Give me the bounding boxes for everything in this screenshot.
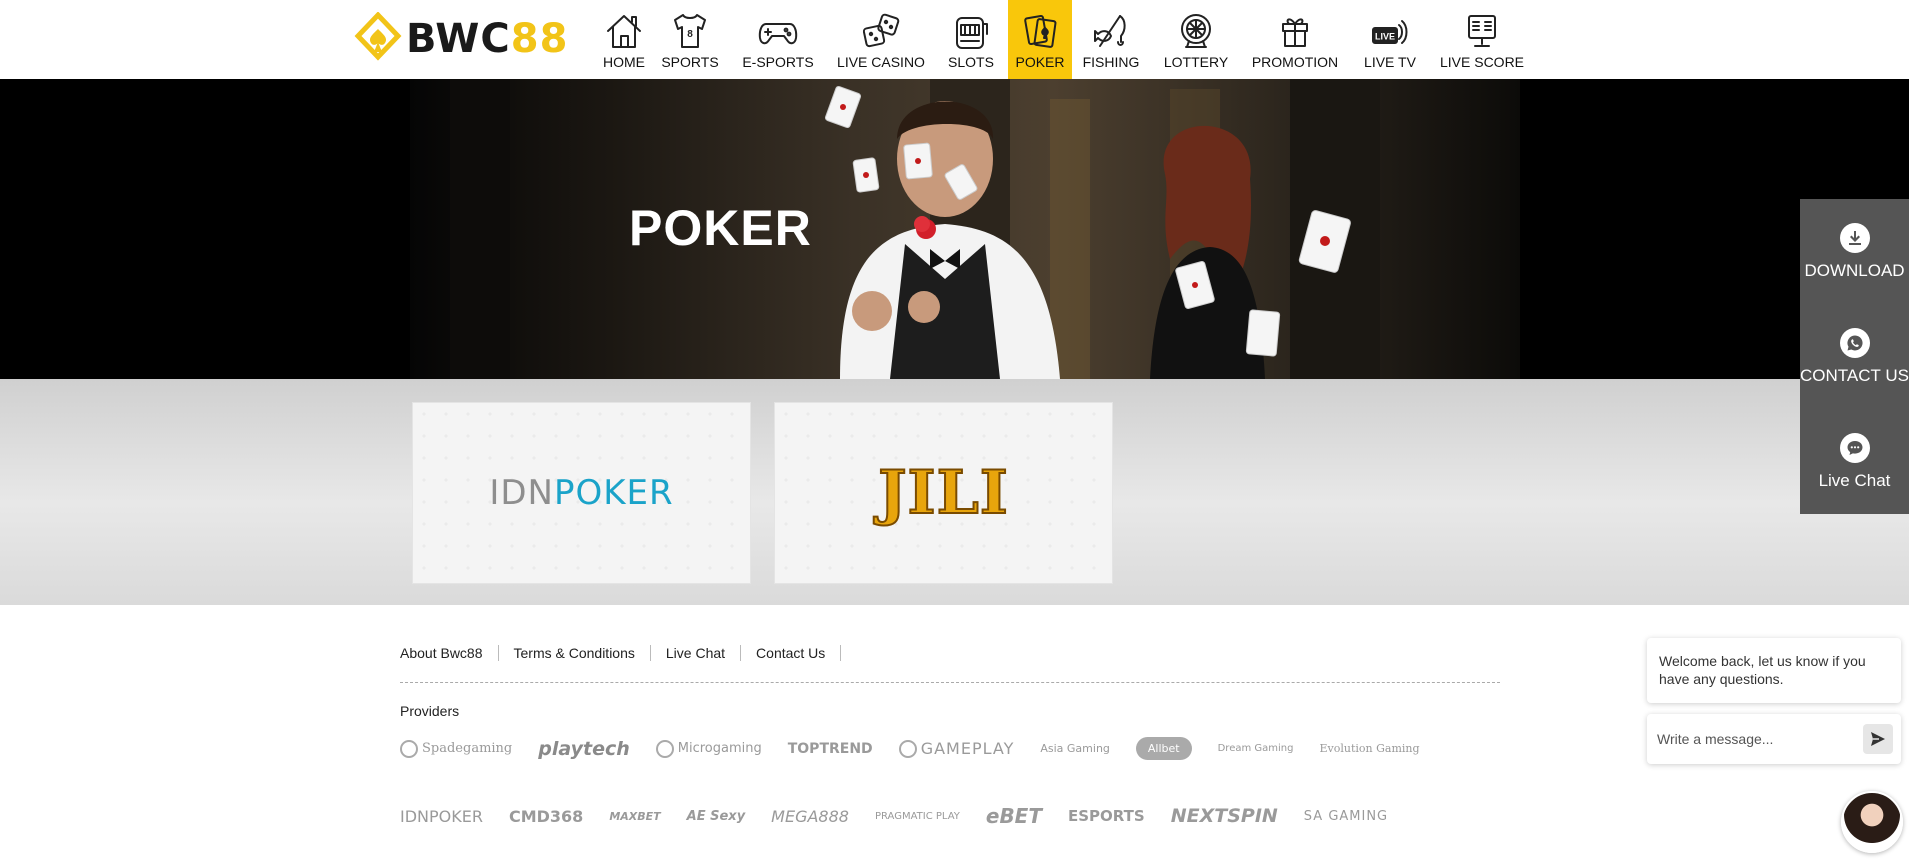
provider-logo-idnpoker: IDNPOKER bbox=[400, 806, 483, 826]
spade-icon bbox=[400, 739, 418, 758]
provider-logo-evolution: Evolution Gaming bbox=[1319, 742, 1420, 755]
hero-banner: POKER bbox=[0, 79, 1909, 379]
footer-link-live-chat[interactable]: Live Chat bbox=[651, 645, 742, 661]
nav-live-score[interactable]: LIVE SCORE bbox=[1432, 0, 1532, 79]
provider-logo-pragmatic-play: PRAGMATIC PLAY bbox=[874, 810, 960, 822]
nav-promotion[interactable]: PROMOTION bbox=[1242, 0, 1348, 79]
send-icon bbox=[1871, 732, 1885, 746]
microgaming-m-icon bbox=[655, 739, 674, 758]
fishing-icon bbox=[1090, 10, 1132, 52]
lottery-wheel-icon bbox=[1175, 10, 1217, 52]
provider-logo-ae-sexy: AE Sexy bbox=[686, 808, 746, 824]
poker-providers-section: IDNPOKER JILI bbox=[0, 379, 1909, 605]
provider-card-idnpoker[interactable]: IDNPOKER bbox=[412, 402, 751, 584]
nav-live-tv[interactable]: LIVE LIVE TV bbox=[1348, 0, 1432, 79]
chat-agent-avatar[interactable] bbox=[1841, 791, 1903, 853]
jili-logo: JILI bbox=[877, 457, 1009, 529]
provider-logo-ebet: eBET bbox=[985, 804, 1042, 828]
provider-logo-toptrend: TOPTREND bbox=[787, 740, 873, 757]
live-tv-icon: LIVE bbox=[1369, 10, 1411, 52]
footer-links: About Bwc88 Terms & Conditions Live Chat… bbox=[400, 645, 842, 661]
nav-home[interactable]: HOME bbox=[596, 0, 652, 79]
providers-heading: Providers bbox=[400, 703, 460, 719]
provider-logo-mega888: MEGA888 bbox=[771, 806, 849, 826]
nav-sports[interactable]: 8 SPORTS bbox=[652, 0, 728, 79]
nav-lottery[interactable]: LOTTERY bbox=[1150, 0, 1242, 79]
provider-logo-maxbet: MAXBET bbox=[609, 809, 661, 823]
banner-illustration bbox=[450, 79, 1380, 379]
chat-welcome-message: Welcome back, let us know if you have an… bbox=[1647, 638, 1901, 703]
download-button[interactable]: DOWNLOAD bbox=[1800, 199, 1909, 304]
provider-card-jili[interactable]: JILI bbox=[774, 402, 1113, 584]
provider-logo-dream-gaming: Dream Gaming bbox=[1217, 743, 1294, 754]
floating-side-panel: DOWNLOAD CONTACT US Live Chat bbox=[1800, 199, 1909, 514]
page-title: POKER bbox=[629, 200, 812, 256]
nav-poker[interactable]: POKER bbox=[1008, 0, 1072, 79]
brand-logo[interactable]: BWC88 bbox=[354, 12, 568, 66]
nav-slots[interactable]: SLOTS bbox=[934, 0, 1008, 79]
providers-logo-row-2: IDNPOKER CMD368 MAXBET AE Sexy MEGA888 P… bbox=[400, 804, 1414, 828]
gift-icon bbox=[1274, 10, 1316, 52]
nav-esports[interactable]: E-SPORTS bbox=[728, 0, 828, 79]
spade-logo-icon bbox=[354, 12, 402, 61]
nav-fishing[interactable]: FISHING bbox=[1072, 0, 1150, 79]
download-icon bbox=[1839, 222, 1870, 253]
jersey-icon: 8 bbox=[669, 10, 711, 52]
footer-divider bbox=[400, 682, 1500, 683]
svg-text:LIVE: LIVE bbox=[1375, 32, 1395, 42]
gameplay-circle-icon bbox=[898, 739, 917, 758]
svg-text:8: 8 bbox=[687, 29, 693, 40]
idnpoker-logo: IDNPOKER bbox=[489, 473, 674, 513]
whatsapp-icon bbox=[1839, 327, 1870, 358]
brand-name: BWC88 bbox=[406, 16, 569, 62]
scoreboard-icon bbox=[1461, 10, 1503, 52]
dice-icon bbox=[860, 10, 902, 52]
site-header: BWC88 HOME 8 SPORTS E-SPORTS LIVE CASINO… bbox=[0, 0, 1909, 79]
main-nav: HOME 8 SPORTS E-SPORTS LIVE CASINO SLOTS… bbox=[596, 0, 1532, 79]
house-icon bbox=[603, 10, 645, 52]
footer-link-terms[interactable]: Terms & Conditions bbox=[499, 645, 651, 661]
gamepad-icon bbox=[757, 10, 799, 52]
provider-logo-allbet: Allbet bbox=[1135, 737, 1192, 760]
provider-logo-cmd368: CMD368 bbox=[508, 806, 584, 826]
footer-link-contact[interactable]: Contact Us bbox=[741, 645, 842, 661]
provider-logo-asia-gaming: Asia Gaming bbox=[1040, 742, 1110, 755]
provider-logo-microgaming: Microgaming bbox=[655, 739, 762, 758]
playing-cards-icon bbox=[1019, 10, 1061, 52]
provider-logo-spadegaming: Spadegaming bbox=[400, 739, 512, 758]
providers-logo-row-1: Spadegaming playtech Microgaming TOPTREN… bbox=[400, 737, 1446, 760]
live-chat-button[interactable]: Live Chat bbox=[1800, 409, 1909, 514]
nav-live-casino[interactable]: LIVE CASINO bbox=[828, 0, 934, 79]
provider-logo-sa-gaming: SA GAMING bbox=[1303, 808, 1389, 824]
banner-image bbox=[410, 79, 1520, 379]
chat-bubble-icon bbox=[1839, 432, 1870, 463]
chat-send-button[interactable] bbox=[1863, 724, 1893, 754]
contact-us-button[interactable]: CONTACT US bbox=[1800, 304, 1909, 409]
footer-link-about[interactable]: About Bwc88 bbox=[400, 645, 499, 661]
provider-logo-nextspin: NEXTSPIN bbox=[1170, 805, 1278, 827]
provider-logo-gameplay: GAMEPLAY bbox=[898, 739, 1015, 758]
provider-logo-esports: ESPORTS bbox=[1068, 807, 1145, 825]
slot-machine-icon bbox=[950, 10, 992, 52]
provider-logo-playtech: playtech bbox=[538, 737, 630, 760]
chat-input-box bbox=[1647, 714, 1901, 764]
chat-message-input[interactable] bbox=[1657, 731, 1857, 747]
